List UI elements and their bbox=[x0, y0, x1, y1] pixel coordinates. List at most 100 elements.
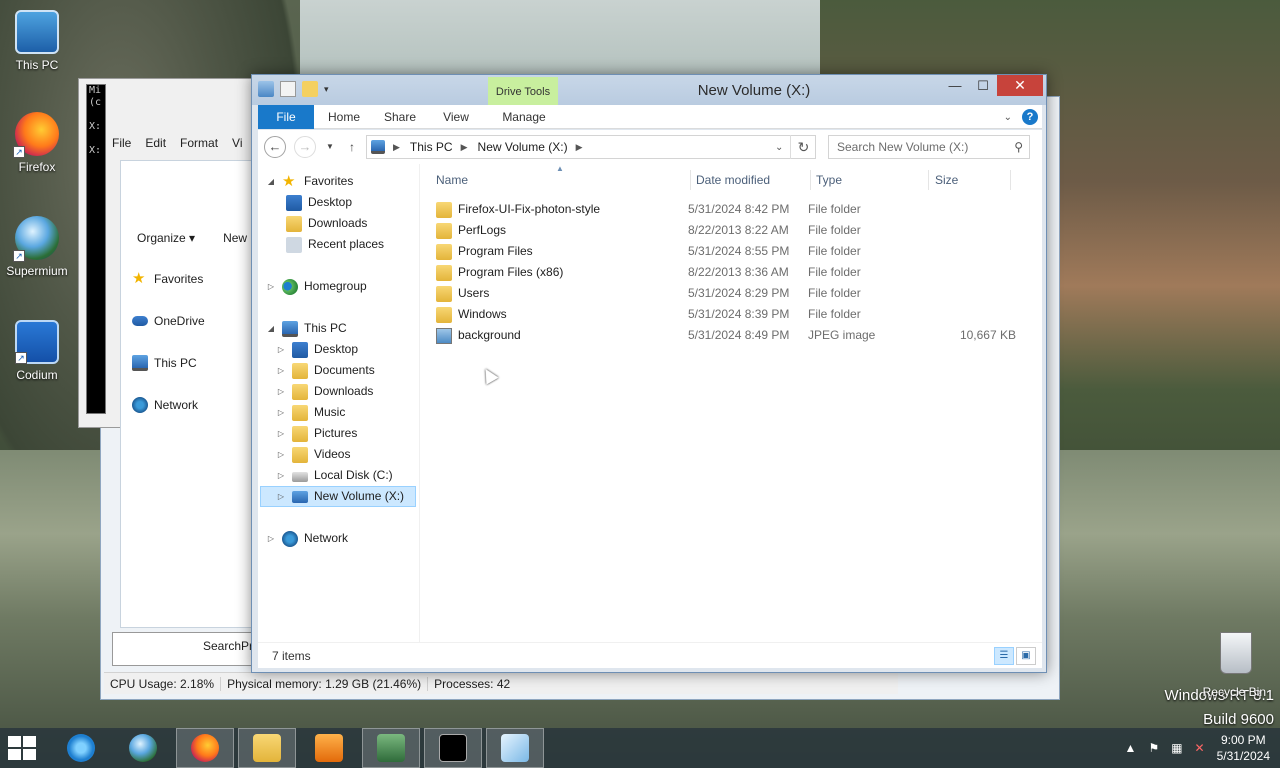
collapse-arrow-icon[interactable]: ◢ bbox=[266, 318, 276, 339]
taskbar-task-manager[interactable] bbox=[362, 728, 420, 768]
nav-item-onedrive[interactable]: OneDrive bbox=[132, 300, 205, 342]
nav-item-homegroup[interactable]: ▷ Homegroup bbox=[266, 276, 367, 297]
taskbar-notepad[interactable] bbox=[486, 728, 544, 768]
navigation-pane[interactable]: ◢ ★ Favorites Desktop Downloads Recent pla… bbox=[258, 164, 420, 642]
help-icon[interactable]: ? bbox=[1022, 109, 1038, 125]
address-dropdown-icon[interactable]: ⌄ bbox=[775, 142, 783, 153]
expand-arrow-icon[interactable]: ▷ bbox=[276, 360, 286, 381]
close-button[interactable]: ✕ bbox=[997, 75, 1043, 96]
column-divider[interactable] bbox=[1010, 170, 1011, 190]
column-divider[interactable] bbox=[690, 170, 691, 190]
volume-muted-icon[interactable]: ✕ bbox=[1195, 741, 1205, 755]
column-divider[interactable] bbox=[810, 170, 811, 190]
desktop-icon-this-pc[interactable]: This PC bbox=[0, 10, 74, 72]
nav-item-favorites[interactable]: ◢ ★ Favorites bbox=[266, 171, 353, 192]
desktop-icon-firefox[interactable]: ↗ Firefox bbox=[0, 112, 74, 174]
organize-button[interactable]: Organize ▾ bbox=[137, 231, 195, 245]
taskbar-internet-explorer[interactable] bbox=[52, 728, 110, 768]
table-row[interactable]: Program Files (x86) 8/22/2013 8:36 AM Fi… bbox=[436, 262, 1032, 283]
address-bar[interactable]: ▶ This PC ▶ New Volume (X:) ▶ ⌄ bbox=[366, 135, 816, 159]
start-button[interactable] bbox=[8, 736, 36, 760]
nav-item-videos[interactable]: ▷ Videos bbox=[276, 444, 350, 465]
tab-manage[interactable]: Manage bbox=[494, 105, 554, 129]
column-header-date[interactable]: Date modified bbox=[696, 170, 770, 190]
table-row[interactable]: Firefox-UI-Fix-photon-style 5/31/2024 8:… bbox=[436, 199, 1032, 220]
refresh-button[interactable]: ↻ bbox=[790, 135, 816, 159]
action-center-flag-icon[interactable]: ⚑ bbox=[1148, 741, 1159, 755]
tab-share[interactable]: Share bbox=[380, 105, 420, 129]
taskbar-firefox[interactable] bbox=[176, 728, 234, 768]
details-view-icon[interactable]: ☰ bbox=[994, 647, 1014, 665]
taskbar-supermium[interactable] bbox=[114, 728, 172, 768]
recent-locations-button[interactable]: ▼ bbox=[322, 136, 338, 158]
table-row[interactable]: Program Files 5/31/2024 8:55 PM File fol… bbox=[436, 241, 1032, 262]
expand-arrow-icon[interactable]: ▷ bbox=[276, 381, 286, 402]
breadcrumb-new-volume[interactable]: New Volume (X:) bbox=[478, 140, 568, 154]
table-row[interactable]: PerfLogs 8/22/2013 8:22 AM File folder bbox=[436, 220, 1032, 241]
desktop-icon-supermium[interactable]: ↗ Supermium bbox=[0, 216, 74, 278]
nav-item-pc-downloads[interactable]: ▷ Downloads bbox=[276, 381, 373, 402]
expand-arrow-icon[interactable]: ▷ bbox=[276, 402, 286, 423]
nav-item-music[interactable]: ▷ Music bbox=[276, 402, 345, 423]
nav-item-recent-places[interactable]: Recent places bbox=[286, 234, 384, 255]
minimize-button[interactable]: — bbox=[941, 75, 969, 96]
breadcrumb-this-pc[interactable]: This PC bbox=[410, 140, 453, 154]
nav-item-pc-desktop[interactable]: ▷ Desktop bbox=[276, 339, 358, 360]
expand-arrow-icon[interactable]: ▷ bbox=[276, 465, 286, 486]
up-button[interactable]: ↑ bbox=[344, 136, 360, 158]
taskbar-command-prompt[interactable] bbox=[424, 728, 482, 768]
tab-home[interactable]: Home bbox=[324, 105, 364, 129]
tab-view[interactable]: View bbox=[436, 105, 476, 129]
nav-item-this-pc[interactable]: This PC bbox=[132, 342, 205, 384]
nav-item-new-volume[interactable]: ▷ New Volume (X:) bbox=[260, 486, 416, 507]
nav-item-local-disk[interactable]: ▷ Local Disk (C:) bbox=[276, 465, 393, 486]
expand-arrow-icon[interactable]: ▷ bbox=[266, 528, 276, 549]
expand-ribbon-icon[interactable]: ⌄ bbox=[1004, 112, 1012, 123]
menu-format[interactable]: Format bbox=[180, 136, 218, 150]
forward-button[interactable]: → bbox=[294, 136, 316, 158]
title-bar[interactable]: ▾ Drive Tools New Volume (X:) — ☐ ✕ bbox=[252, 75, 1046, 105]
nav-item-pictures[interactable]: ▷ Pictures bbox=[276, 423, 357, 444]
clock[interactable]: 9:00 PM 5/31/2024 bbox=[1217, 732, 1270, 764]
new-button[interactable]: New bbox=[223, 231, 247, 245]
nav-item-this-pc[interactable]: ◢ This PC bbox=[266, 318, 347, 339]
menu-file[interactable]: File bbox=[112, 136, 131, 150]
nav-item-desktop[interactable]: Desktop bbox=[286, 192, 352, 213]
expand-arrow-icon[interactable]: ▷ bbox=[276, 444, 286, 465]
task-manager-process-list[interactable]: SearchPr bbox=[112, 632, 253, 666]
taskbar-file-explorer[interactable] bbox=[238, 728, 296, 768]
table-row[interactable]: background 5/31/2024 8:49 PM JPEG image … bbox=[436, 325, 1032, 346]
expand-arrow-icon[interactable]: ▷ bbox=[266, 276, 276, 297]
menu-edit[interactable]: Edit bbox=[145, 136, 166, 150]
collapse-arrow-icon[interactable]: ◢ bbox=[266, 171, 276, 192]
show-hidden-icons-icon[interactable]: ▲ bbox=[1125, 741, 1137, 755]
file-explorer-window[interactable]: ▾ Drive Tools New Volume (X:) — ☐ ✕ File… bbox=[251, 74, 1047, 673]
expand-arrow-icon[interactable]: ▷ bbox=[276, 423, 286, 444]
large-icons-view-icon[interactable]: ▣ bbox=[1016, 647, 1036, 665]
nav-item-favorites[interactable]: ★ Favorites bbox=[132, 258, 205, 300]
column-header-name[interactable]: Name bbox=[436, 170, 468, 190]
maximize-button[interactable]: ☐ bbox=[969, 75, 997, 96]
file-list[interactable]: ▲ Name Date modified Type Size Firefox-U… bbox=[428, 164, 1038, 642]
nav-item-documents[interactable]: ▷ Documents bbox=[276, 360, 375, 381]
desktop-icon-recycle-bin[interactable] bbox=[1204, 632, 1268, 674]
back-button[interactable]: ← bbox=[264, 136, 286, 158]
shortcut-arrow-icon: ↗ bbox=[13, 250, 25, 262]
network-status-icon[interactable]: ▦ bbox=[1171, 741, 1182, 755]
tab-file[interactable]: File bbox=[258, 105, 314, 129]
column-divider[interactable] bbox=[928, 170, 929, 190]
expand-arrow-icon[interactable]: ▷ bbox=[276, 339, 286, 360]
desktop-icon-codium[interactable]: ↗ Codium bbox=[0, 320, 74, 382]
menu-view[interactable]: Vi bbox=[232, 136, 242, 150]
nav-item-network[interactable]: ▷ Network bbox=[266, 528, 348, 549]
table-row[interactable]: Users 5/31/2024 8:29 PM File folder bbox=[436, 283, 1032, 304]
nav-item-network[interactable]: Network bbox=[132, 384, 205, 426]
taskbar-media-player[interactable] bbox=[300, 728, 358, 768]
column-header-type[interactable]: Type bbox=[816, 170, 842, 190]
search-input[interactable]: Search New Volume (X:) ⚲ bbox=[828, 135, 1030, 159]
command-prompt-window[interactable]: Mi (c X: X: bbox=[86, 84, 106, 414]
expand-arrow-icon[interactable]: ▷ bbox=[276, 486, 286, 507]
nav-item-downloads[interactable]: Downloads bbox=[286, 213, 367, 234]
column-header-size[interactable]: Size bbox=[935, 170, 958, 190]
table-row[interactable]: Windows 5/31/2024 8:39 PM File folder bbox=[436, 304, 1032, 325]
